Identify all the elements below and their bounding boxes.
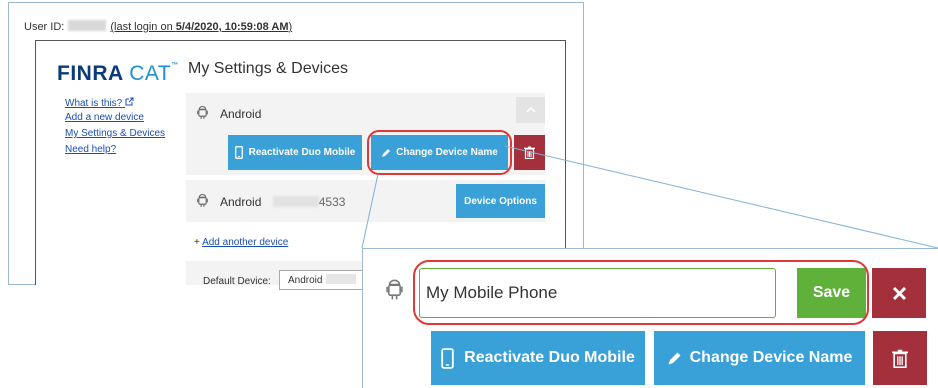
user-id-label: User ID: bbox=[24, 21, 65, 33]
external-link-icon bbox=[125, 97, 134, 106]
finra-cat-logo: FINRA CAT™ bbox=[57, 62, 179, 85]
android-icon bbox=[197, 193, 208, 213]
mobile-phone-icon bbox=[234, 146, 243, 159]
device-name: Android 4533 bbox=[220, 195, 346, 209]
cancel-button[interactable] bbox=[872, 268, 926, 318]
collapse-button[interactable] bbox=[516, 97, 545, 123]
last-login-info: (last login on 5/4/2020, 10:59:08 AM) bbox=[110, 21, 293, 33]
add-another-device: + Add another device bbox=[194, 237, 289, 248]
delete-device-button[interactable] bbox=[514, 135, 545, 170]
sidebar-item-what-is-this[interactable]: What is this? bbox=[65, 97, 134, 109]
android-icon bbox=[386, 277, 403, 302]
user-login-line: User ID: (last login on 5/4/2020, 10:59:0… bbox=[24, 20, 292, 33]
redacted-phone-number bbox=[272, 196, 319, 207]
mobile-phone-icon bbox=[441, 347, 454, 369]
default-device-label: Default Device: bbox=[203, 276, 271, 287]
sidebar-item-need-help[interactable]: Need help? bbox=[65, 144, 116, 155]
delete-device-button[interactable] bbox=[873, 331, 927, 385]
sidebar-item-settings-devices[interactable]: My Settings & Devices bbox=[65, 128, 165, 139]
highlight-outline bbox=[367, 130, 512, 175]
change-device-name-button[interactable]: Change Device Name bbox=[654, 331, 865, 385]
android-icon bbox=[197, 105, 208, 125]
redacted-user-id bbox=[68, 20, 107, 31]
chevron-up-icon bbox=[525, 107, 536, 113]
device-options-button[interactable]: Device Options bbox=[456, 184, 545, 218]
reactivate-duo-button[interactable]: Reactivate Duo Mobile bbox=[228, 135, 362, 170]
add-another-device-link[interactable]: Add another device bbox=[202, 237, 288, 248]
sidebar-item-add-device[interactable]: Add a new device bbox=[65, 112, 144, 123]
device-name: Android bbox=[220, 107, 262, 121]
close-icon bbox=[892, 286, 906, 300]
pencil-icon bbox=[668, 352, 681, 364]
trash-icon bbox=[524, 146, 535, 159]
page-title: My Settings & Devices bbox=[188, 60, 349, 77]
default-device-select[interactable]: Android bbox=[279, 270, 369, 290]
trash-icon bbox=[892, 349, 908, 368]
highlight-outline bbox=[413, 260, 869, 325]
reactivate-duo-button[interactable]: Reactivate Duo Mobile bbox=[431, 331, 645, 385]
